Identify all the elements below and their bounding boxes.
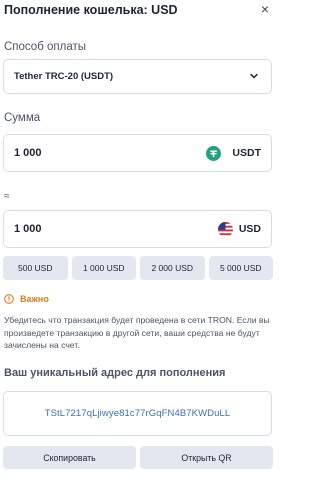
preset-button-5000[interactable]: 5 000 USD bbox=[208, 256, 273, 280]
warning-title: Важно bbox=[20, 294, 49, 304]
page-title: Пополнение кошелька: USD bbox=[4, 3, 178, 17]
info-icon bbox=[4, 294, 14, 304]
amount-currency: USDT bbox=[232, 147, 261, 159]
address-label: Ваш уникальный адрес для пополнения bbox=[4, 367, 226, 379]
preset-button-500[interactable]: 500 USD bbox=[3, 256, 68, 280]
converted-value: 1 000 bbox=[14, 223, 42, 235]
close-icon[interactable]: × bbox=[258, 2, 272, 16]
converted-input[interactable]: 1 000 USD bbox=[3, 210, 272, 248]
warning-text: Убедитесь что транзакция будет проведена… bbox=[4, 315, 270, 350]
amount-value: 1 000 bbox=[14, 147, 42, 159]
preset-button-2000[interactable]: 2 000 USD bbox=[140, 256, 205, 280]
payment-method-select[interactable]: Tether TRC-20 (USDT) bbox=[3, 59, 272, 94]
chevron-down-icon bbox=[250, 73, 258, 79]
payment-method-value: Tether TRC-20 (USDT) bbox=[14, 71, 114, 82]
amount-input[interactable]: 1 000 USDT bbox=[3, 134, 272, 172]
us-flag-icon bbox=[218, 222, 233, 237]
open-qr-button[interactable]: Открыть QR bbox=[140, 446, 273, 469]
preset-button-1000[interactable]: 1 000 USD bbox=[71, 256, 136, 280]
wallet-address[interactable]: TStL7217qLjiwye81c77rGqFN4B7KWDuLL bbox=[4, 408, 271, 419]
payment-method-label: Способ оплаты bbox=[4, 41, 86, 53]
address-box[interactable]: TStL7217qLjiwye81c77rGqFN4B7KWDuLL bbox=[3, 391, 272, 436]
amount-label: Сумма bbox=[4, 112, 41, 124]
tether-icon bbox=[206, 146, 221, 161]
action-buttons: Скопировать Открыть QR bbox=[3, 446, 273, 469]
warning-header: Важно bbox=[4, 293, 49, 305]
preset-amounts: 500 USD 1 000 USD 2 000 USD 5 000 USD bbox=[3, 256, 273, 280]
converted-currency: USD bbox=[238, 223, 261, 235]
copy-button[interactable]: Скопировать bbox=[3, 446, 136, 469]
approx-symbol: ≈ bbox=[4, 191, 10, 202]
